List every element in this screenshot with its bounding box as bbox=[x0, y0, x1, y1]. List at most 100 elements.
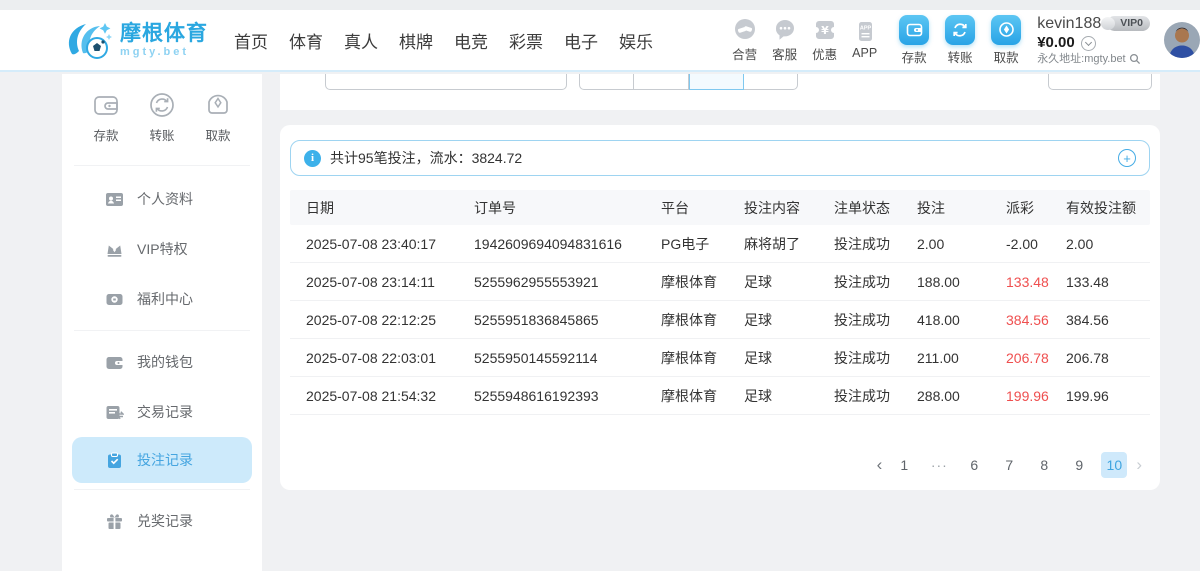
benefit-box-icon bbox=[105, 290, 124, 309]
customer-service-button[interactable]: 客服 bbox=[772, 18, 797, 63]
promotions-button[interactable]: ¥ 优惠 bbox=[812, 18, 837, 63]
header-wallet-actions: 存款 转账 取款 bbox=[899, 15, 1021, 66]
handshake-icon bbox=[733, 18, 757, 42]
cell-valid: 133.48 bbox=[1066, 274, 1150, 290]
expand-plus-icon[interactable]: + bbox=[1118, 149, 1136, 167]
date-range-segment[interactable] bbox=[744, 74, 798, 90]
pagination-next[interactable]: › bbox=[1136, 455, 1142, 475]
pagination-ellipsis[interactable]: ··· bbox=[926, 452, 952, 478]
yuan-coupon-icon: ¥ bbox=[813, 18, 837, 42]
wallet-action-label: 取款 bbox=[994, 47, 1019, 66]
sidebar-item-label: 福利中心 bbox=[137, 289, 193, 309]
user-avatar[interactable] bbox=[1164, 22, 1200, 58]
sidebar-item-transactions[interactable]: 交易记录 bbox=[62, 387, 262, 437]
cell-order_no: 1942609694094831616 bbox=[474, 236, 661, 252]
quick-action-label: 取款 bbox=[205, 125, 230, 144]
cell-valid: 199.96 bbox=[1066, 388, 1150, 404]
partnership-button[interactable]: 合营 bbox=[732, 18, 757, 63]
logo-subtitle: mgty.bet bbox=[120, 47, 208, 58]
cell-content: 麻将胡了 bbox=[744, 234, 834, 254]
sidebar-transfer-button[interactable]: 转账 bbox=[147, 90, 177, 144]
pagination-page[interactable]: 7 bbox=[996, 452, 1022, 478]
date-range-segment[interactable] bbox=[579, 74, 634, 90]
nav-item[interactable]: 棋牌 bbox=[399, 28, 433, 53]
sidebar-item-bet-records[interactable]: 投注记录 bbox=[72, 437, 252, 483]
username: kevin188 bbox=[1037, 14, 1101, 34]
reset-button[interactable] bbox=[1048, 74, 1152, 90]
wallet-action-label: 转账 bbox=[948, 47, 973, 66]
filter-select[interactable] bbox=[325, 74, 567, 90]
cell-content: 足球 bbox=[744, 386, 834, 406]
withdraw-outline-icon bbox=[203, 90, 233, 120]
query-button[interactable] bbox=[935, 74, 1037, 90]
site-logo[interactable]: 摩根体育 mgty.bet bbox=[62, 18, 208, 62]
service-label: APP bbox=[852, 46, 877, 60]
cell-date: 2025-07-08 21:54:32 bbox=[306, 388, 474, 404]
cell-content: 足球 bbox=[744, 272, 834, 292]
pagination-page[interactable]: 10 bbox=[1101, 452, 1127, 478]
sidebar-divider bbox=[74, 489, 250, 490]
nav-item[interactable]: 首页 bbox=[234, 28, 268, 53]
site-header: 摩根体育 mgty.bet 首页体育真人棋牌电竞彩票电子娱乐 合营 客服 bbox=[0, 10, 1200, 72]
pagination-page[interactable]: 9 bbox=[1066, 452, 1092, 478]
cell-status: 投注成功 bbox=[834, 386, 917, 406]
sidebar-item-profile[interactable]: 个人资料 bbox=[62, 174, 262, 224]
sidebar: 存款 转账 取款 个人资料 VIP特权 bbox=[62, 74, 262, 571]
cell-valid: 384.56 bbox=[1066, 312, 1150, 328]
date-range-segment-selected[interactable] bbox=[689, 74, 744, 90]
cell-platform: 摩根体育 bbox=[661, 272, 744, 292]
cell-stake: 418.00 bbox=[917, 312, 1006, 328]
nav-item[interactable]: 彩票 bbox=[509, 28, 543, 53]
table-body: 2025-07-08 23:40:171942609694094831616PG… bbox=[290, 225, 1150, 415]
user-block: kevin188 VIP0 ¥0.00 永久地址:mgty.bet bbox=[1037, 14, 1150, 67]
column-header: 平台 bbox=[661, 198, 744, 218]
wallet-outline-icon bbox=[91, 90, 121, 120]
cell-stake: 2.00 bbox=[917, 236, 1006, 252]
cell-date: 2025-07-08 22:12:25 bbox=[306, 312, 474, 328]
cell-valid: 2.00 bbox=[1066, 236, 1150, 252]
sidebar-deposit-button[interactable]: 存款 bbox=[91, 90, 121, 144]
pagination-prev[interactable]: ‹ bbox=[877, 455, 883, 475]
deposit-button[interactable]: 存款 bbox=[899, 15, 929, 66]
cell-status: 投注成功 bbox=[834, 310, 917, 330]
nav-item[interactable]: 体育 bbox=[289, 28, 323, 53]
sidebar-item-vip[interactable]: VIP特权 bbox=[62, 224, 262, 274]
permanent-domain: 永久地址:mgty.bet bbox=[1037, 53, 1125, 67]
cell-status: 投注成功 bbox=[834, 234, 917, 254]
gift-icon bbox=[105, 512, 124, 531]
table-row: 2025-07-08 23:40:171942609694094831616PG… bbox=[290, 225, 1150, 263]
sidebar-item-wallet[interactable]: 我的钱包 bbox=[62, 337, 262, 387]
cell-order_no: 5255950145592114 bbox=[474, 350, 661, 366]
pagination-page[interactable]: 1 bbox=[891, 452, 917, 478]
bet-records-panel: i 共计95笔投注，流水：3824.72 + 日期订单号平台投注内容注单状态投注… bbox=[280, 125, 1160, 490]
transfer-button[interactable]: 转账 bbox=[945, 15, 975, 66]
cell-order_no: 5255948616192393 bbox=[474, 388, 661, 404]
transfer-arrows-icon bbox=[945, 15, 975, 45]
header-service-icons: 合营 客服 ¥ 优惠 APP APP bbox=[732, 18, 877, 63]
cell-stake: 211.00 bbox=[917, 350, 1006, 366]
sidebar-item-benefits[interactable]: 福利中心 bbox=[62, 274, 262, 324]
nav-item[interactable]: 娱乐 bbox=[619, 28, 653, 53]
service-label: 优惠 bbox=[812, 44, 837, 63]
sidebar-item-label: VIP特权 bbox=[137, 239, 188, 259]
nav-item[interactable]: 电竞 bbox=[454, 28, 488, 53]
cell-stake: 288.00 bbox=[917, 388, 1006, 404]
app-download-button[interactable]: APP APP bbox=[852, 20, 877, 60]
pagination-page[interactable]: 8 bbox=[1031, 452, 1057, 478]
chat-bubble-icon bbox=[773, 18, 797, 42]
sidebar-withdraw-button[interactable]: 取款 bbox=[203, 90, 233, 144]
transfer-outline-icon bbox=[147, 90, 177, 120]
nav-item[interactable]: 电子 bbox=[564, 28, 598, 53]
date-range-segment[interactable] bbox=[634, 74, 688, 90]
crown-icon bbox=[105, 240, 124, 259]
pagination-page[interactable]: 6 bbox=[961, 452, 987, 478]
balance-refresh-chevron-icon[interactable] bbox=[1081, 36, 1096, 51]
sidebar-item-prize-records[interactable]: 兑奖记录 bbox=[62, 496, 262, 546]
withdraw-button[interactable]: 取款 bbox=[991, 15, 1021, 66]
transaction-record-icon bbox=[105, 403, 124, 422]
sidebar-item-label: 投注记录 bbox=[137, 450, 193, 470]
magnifier-icon[interactable] bbox=[1129, 53, 1141, 65]
nav-item[interactable]: 真人 bbox=[344, 28, 378, 53]
cell-payout: 384.56 bbox=[1006, 312, 1066, 328]
cell-payout: 199.96 bbox=[1006, 388, 1066, 404]
